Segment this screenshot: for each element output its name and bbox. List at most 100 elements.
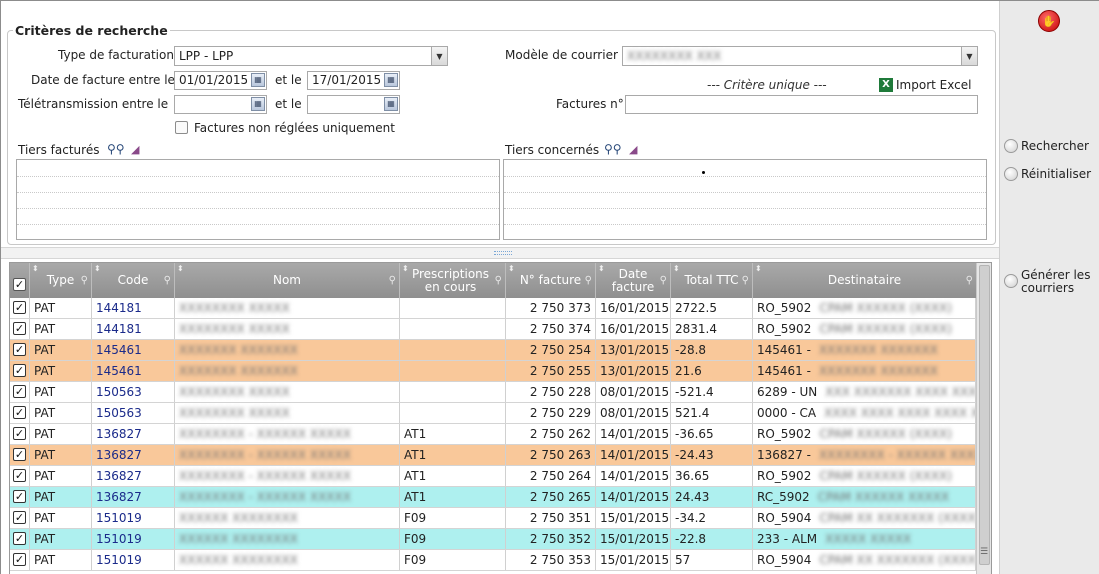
search-button[interactable]: Rechercher — [1004, 139, 1089, 153]
table-row[interactable]: ✓ PAT 144181 XXXXXXXX XXXXX 2 750 373 16/01/2… — [10, 298, 976, 319]
concerned-third-list[interactable] — [503, 159, 987, 240]
col-header-type[interactable]: ⬍ Type ⚲ — [30, 263, 92, 298]
row-checkbox[interactable]: ✓ — [13, 427, 26, 440]
select-all-cell[interactable]: ✓ — [10, 263, 30, 298]
sort-icon[interactable]: ⬍ — [32, 263, 39, 275]
row-checkbox[interactable]: ✓ — [13, 532, 26, 545]
cell-presc — [400, 298, 506, 318]
eraser-icon[interactable]: ◢ — [629, 143, 637, 156]
table-row[interactable]: ✓ PAT 151019 XXXXXX XXXXXXXX F09 2 750 351 15/… — [10, 508, 976, 529]
filter-icon[interactable]: ⚲ — [660, 274, 667, 287]
table-row[interactable]: ✓ PAT 150563 XXXXXXXX XXXXX 2 750 229 08/01/2… — [10, 403, 976, 424]
table-row[interactable]: ✓ PAT 136827 XXXXXXXX - XXXXXX XXXXX AT1 2 75… — [10, 424, 976, 445]
col-header-total[interactable]: ⬍ Total TTC ⚲ — [671, 263, 753, 298]
col-header-recipient[interactable]: ⬍ Destinataire ⚲ — [753, 263, 976, 298]
generate-letters-button[interactable]: Générer les courriers — [1004, 269, 1090, 295]
stop-hand-icon[interactable]: ✋ — [1038, 10, 1060, 32]
code-value[interactable]: 151019 — [96, 511, 142, 525]
sort-icon[interactable]: ⬍ — [94, 263, 101, 275]
billed-third-list[interactable] — [16, 159, 500, 240]
binoculars-icon[interactable]: ⚲⚲ — [107, 142, 125, 156]
unpaid-only-checkbox[interactable] — [175, 121, 188, 134]
table-row[interactable]: ✓ PAT 136827 XXXXXXXX - XXXXXX XXXXX AT1 2 75… — [10, 487, 976, 508]
calendar-icon[interactable]: ▦ — [384, 97, 398, 111]
dropdown-arrow-icon[interactable]: ▼ — [431, 47, 447, 65]
table-row[interactable]: ✓ PAT 151019 XXXXXX XXXXXXXX F09 2 750 353 15/… — [10, 550, 976, 571]
row-checkbox[interactable]: ✓ — [13, 553, 26, 566]
search-radio-icon — [1004, 139, 1018, 153]
col-header-nom[interactable]: ⬍ Nom ⚲ — [175, 263, 400, 298]
filter-icon[interactable]: ⚲ — [742, 274, 749, 287]
sort-icon[interactable]: ⬍ — [177, 263, 184, 275]
calendar-icon[interactable]: ▦ — [251, 97, 265, 111]
billing-type-select[interactable]: LPP - LPP ▼ — [174, 46, 448, 66]
sort-icon[interactable]: ⬍ — [402, 263, 409, 275]
splitter-grip[interactable] — [494, 251, 512, 255]
filter-icon[interactable]: ⚲ — [81, 274, 88, 287]
sort-icon[interactable]: ⬍ — [673, 263, 680, 275]
code-value[interactable]: 136827 — [96, 448, 142, 462]
row-checkbox[interactable]: ✓ — [13, 343, 26, 356]
generate-radio-icon — [1004, 274, 1018, 288]
code-value[interactable]: 136827 — [96, 469, 142, 483]
cell-code: 150563 — [92, 382, 175, 402]
row-checkbox[interactable]: ✓ — [13, 448, 26, 461]
dropdown-arrow-icon[interactable]: ▼ — [961, 47, 977, 65]
col-header-date[interactable]: ⬍ Date facture ⚲ — [596, 263, 671, 298]
row-checkbox[interactable]: ✓ — [13, 364, 26, 377]
calendar-icon[interactable]: ▦ — [384, 73, 398, 87]
col-header-invoice-no[interactable]: ⬍ N° facture ⚲ — [506, 263, 596, 298]
code-value[interactable]: 145461 — [96, 364, 142, 378]
code-value[interactable]: 136827 — [96, 490, 142, 504]
table-row[interactable]: ✓ PAT 145461 XXXXXXX XXXXXXX 2 750 254 13/01/… — [10, 340, 976, 361]
sort-icon[interactable]: ⬍ — [755, 263, 762, 275]
import-excel-button[interactable]: Import Excel — [896, 78, 971, 92]
row-checkbox[interactable]: ✓ — [13, 490, 26, 503]
col-header-code[interactable]: ⬍ Code ⚲ — [92, 263, 175, 298]
grid-vertical-scrollbar[interactable]: ☰ — [976, 263, 991, 574]
letter-model-select[interactable]: XXXXXXXX XXX ▼ — [622, 46, 978, 66]
filter-icon[interactable]: ⚲ — [389, 274, 396, 287]
reset-button[interactable]: Réinitialiser — [1004, 167, 1091, 181]
sort-icon[interactable]: ⬍ — [598, 263, 605, 275]
eraser-icon[interactable]: ◢ — [131, 143, 139, 156]
calendar-icon[interactable]: ▦ — [251, 73, 265, 87]
table-row[interactable]: ✓ PAT 151019 XXXXXX XXXXXXXX F09 2 750 352 15/… — [10, 529, 976, 550]
code-value[interactable]: 150563 — [96, 385, 142, 399]
cell-code: 136827 — [92, 487, 175, 507]
row-checkbox[interactable]: ✓ — [13, 301, 26, 314]
pane-splitter[interactable] — [1, 247, 999, 259]
row-checkbox[interactable]: ✓ — [13, 406, 26, 419]
filter-icon[interactable]: ⚲ — [585, 274, 592, 287]
row-checkbox[interactable]: ✓ — [13, 469, 26, 482]
table-row[interactable]: ✓ PAT 145461 XXXXXXX XXXXXXX 2 750 255 13/01/… — [10, 361, 976, 382]
sort-icon[interactable]: ⬍ — [508, 263, 515, 275]
code-value[interactable]: 150563 — [96, 406, 142, 420]
select-all-checkbox[interactable]: ✓ — [13, 278, 26, 291]
cell-presc — [400, 340, 506, 360]
code-value[interactable]: 144181 — [96, 322, 142, 336]
table-row[interactable]: ✓ PAT 136827 XXXXXXXX - XXXXXX XXXXX AT1 2 75… — [10, 445, 976, 466]
cell-recipient: 145461 - XXXXXXX XXXXXXX — [753, 340, 976, 360]
binoculars-icon[interactable]: ⚲⚲ — [604, 142, 622, 156]
row-checkbox[interactable]: ✓ — [13, 322, 26, 335]
row-checkbox[interactable]: ✓ — [13, 385, 26, 398]
table-row[interactable]: ✓ PAT 150563 XXXXXXXX XXXXX 2 750 228 08/01/2… — [10, 382, 976, 403]
cell-total: -24.43 — [671, 445, 753, 465]
invoice-number-input[interactable] — [625, 95, 978, 114]
row-select-cell: ✓ — [10, 403, 30, 423]
scrollbar-thumb[interactable] — [979, 265, 990, 565]
table-row[interactable]: ✓ PAT 136827 XXXXXXXX - XXXXXX XXXXX AT1 2 75… — [10, 466, 976, 487]
code-value[interactable]: 144181 — [96, 301, 142, 315]
filter-icon[interactable]: ⚲ — [495, 274, 502, 287]
code-value[interactable]: 136827 — [96, 427, 142, 441]
filter-icon[interactable]: ⚲ — [966, 274, 973, 287]
table-row[interactable]: ✓ PAT 144181 XXXXXXXX XXXXX 2 750 374 16/01/2… — [10, 319, 976, 340]
col-header-prescriptions[interactable]: ⬍ Prescriptions en cours ⚲ — [400, 263, 506, 298]
code-value[interactable]: 151019 — [96, 532, 142, 546]
filter-icon[interactable]: ⚲ — [164, 274, 171, 287]
code-value[interactable]: 151019 — [96, 553, 142, 567]
row-checkbox[interactable]: ✓ — [13, 511, 26, 524]
code-value[interactable]: 145461 — [96, 343, 142, 357]
excel-icon[interactable]: X — [879, 78, 893, 92]
